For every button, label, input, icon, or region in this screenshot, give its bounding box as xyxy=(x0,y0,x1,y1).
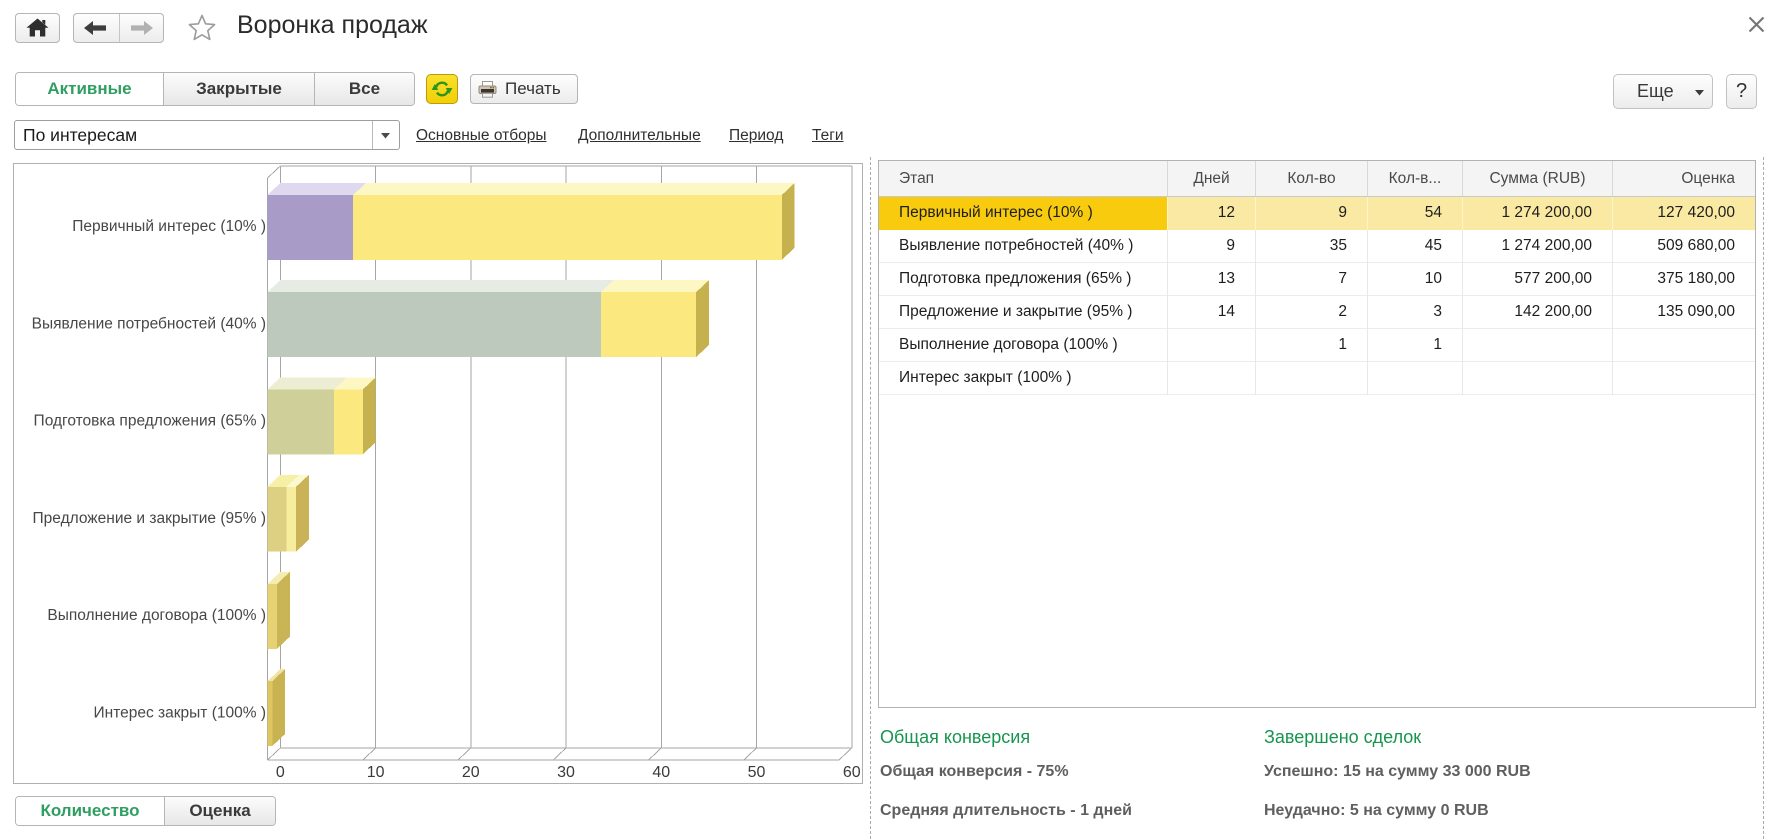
svg-text:0: 0 xyxy=(276,764,285,781)
svg-text:Предложение и закрытие (95% ): Предложение и закрытие (95% ) xyxy=(33,510,266,527)
svg-text:Подготовка предложения (65% ): Подготовка предложения (65% ) xyxy=(34,413,266,430)
svg-text:40: 40 xyxy=(652,764,670,781)
svg-text:30: 30 xyxy=(557,764,575,781)
svg-text:Интерес закрыт (100% ): Интерес закрыт (100% ) xyxy=(94,704,267,721)
svg-text:Выявление потребностей (40% ): Выявление потребностей (40% ) xyxy=(32,316,266,333)
svg-text:Первичный интерес (10% ): Первичный интерес (10% ) xyxy=(72,218,266,235)
svg-text:Выполнение договора (100% ): Выполнение договора (100% ) xyxy=(47,607,266,624)
svg-text:10: 10 xyxy=(367,764,385,781)
svg-text:60: 60 xyxy=(843,764,861,781)
svg-text:50: 50 xyxy=(748,764,766,781)
svg-text:20: 20 xyxy=(462,764,480,781)
